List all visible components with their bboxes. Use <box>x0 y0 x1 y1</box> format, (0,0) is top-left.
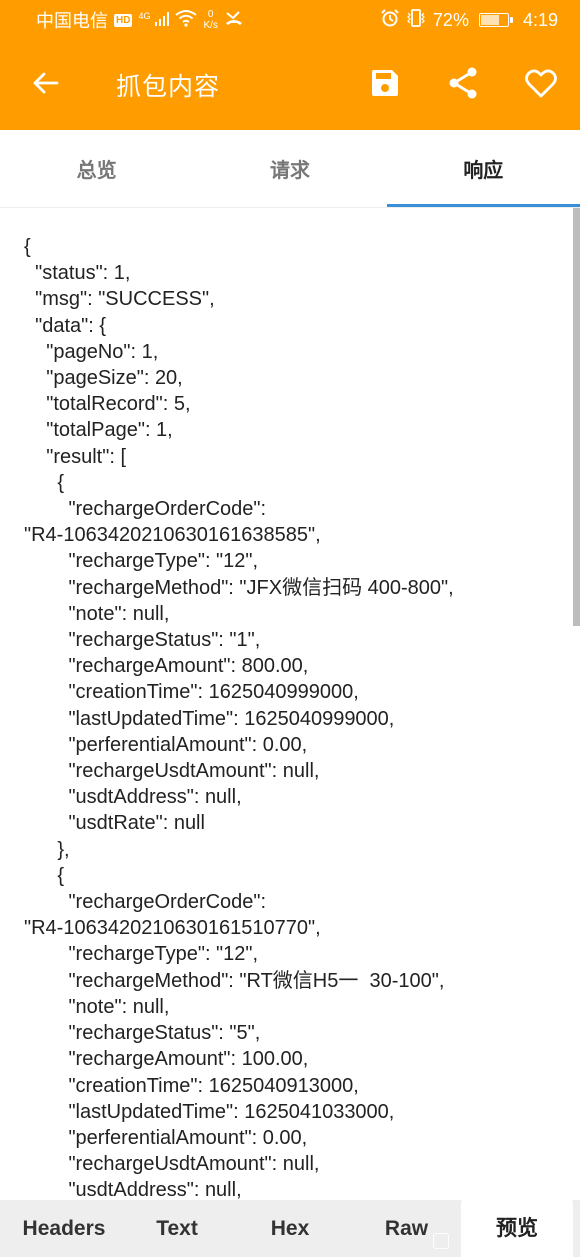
arrow-left-icon <box>31 69 59 102</box>
scrollbar[interactable] <box>573 208 580 626</box>
code-line: "perferentialAmount": 0.00, <box>24 1126 308 1149</box>
bottom-view-tabs: Headers Text Hex Raw 预览 <box>0 1196 580 1257</box>
code-line: "lastUpdatedTime": 1625041033000, <box>24 1100 395 1123</box>
vibrate-icon <box>405 8 427 32</box>
code-line: "perferentialAmount": 0.00, <box>24 733 308 756</box>
code-line: "pageSize": 20, <box>24 367 183 390</box>
code-line: "data": { <box>24 314 107 337</box>
floppy-disk-icon <box>370 68 400 103</box>
response-body-text: { "status": 1, "msg": "SUCCESS", "data":… <box>0 208 580 1200</box>
clipboard-icon <box>433 1233 449 1249</box>
wifi-icon <box>175 9 198 32</box>
save-button[interactable] <box>346 40 424 130</box>
tab-bar: 总览 请求 响应 <box>0 130 580 208</box>
code-line: "result": [ <box>24 445 127 468</box>
code-line: "status": 1, <box>24 262 131 285</box>
code-line: "msg": "SUCCESS", <box>24 288 215 311</box>
missed-call-icon <box>224 10 244 31</box>
code-line: "rechargeType": "12", <box>24 550 259 573</box>
tab-overview[interactable]: 总览 <box>0 130 193 207</box>
bottom-tab-headers[interactable]: Headers <box>0 1200 128 1257</box>
code-line: "usdtRate": null <box>24 812 205 835</box>
status-bar-left: 中国电信 HD 4G 0 K/s <box>36 7 244 33</box>
code-line: "rechargeMethod": "JFX微信扫码 400-800", <box>24 576 454 599</box>
code-line: { <box>24 864 65 887</box>
tab-response[interactable]: 响应 <box>386 130 580 207</box>
page-title: 抓包内容 <box>116 73 221 101</box>
signal-icon: 4G <box>138 10 170 31</box>
code-line: "rechargeMethod": "RT微信H5一 30-100", <box>24 969 445 992</box>
bottom-tab-preview[interactable]: 预览 <box>461 1196 573 1257</box>
code-line: "totalPage": 1, <box>24 419 173 442</box>
code-line: "totalRecord": 5, <box>24 393 191 416</box>
share-icon <box>448 67 478 104</box>
heart-outline-icon <box>525 68 557 103</box>
code-line: "rechargeStatus": "5", <box>24 1022 261 1045</box>
back-button[interactable] <box>0 40 90 130</box>
code-line: "rechargeUsdtAmount": null, <box>24 1153 320 1176</box>
code-line: "usdtAddress": null, <box>24 786 242 809</box>
alarm-icon <box>381 8 399 32</box>
code-line: "rechargeUsdtAmount": null, <box>24 760 320 783</box>
net-speed: 0 K/s <box>203 9 217 31</box>
net-speed-unit: K/s <box>203 20 218 31</box>
code-line: "note": null, <box>24 995 170 1018</box>
network-type: 4G <box>138 10 151 21</box>
bottom-tab-text[interactable]: Text <box>128 1200 226 1257</box>
code-line: "rechargeType": "12", <box>24 943 259 966</box>
code-line: "creationTime": 1625040999000, <box>24 681 359 704</box>
status-bar: 中国电信 HD 4G 0 K/s 72% 4:19 <box>0 0 580 40</box>
net-speed-value: 0 <box>207 9 214 20</box>
hd-voice-icon: HD <box>114 13 133 27</box>
code-line: { <box>24 471 65 494</box>
code-line: "pageNo": 1, <box>24 340 159 363</box>
code-line: "lastUpdatedTime": 1625040999000, <box>24 707 395 730</box>
code-line: "creationTime": 1625040913000, <box>24 1074 359 1097</box>
carrier-name: 中国电信 <box>36 11 108 31</box>
code-line: "rechargeAmount": 100.00, <box>24 1048 309 1071</box>
code-line: "rechargeAmount": 800.00, <box>24 655 309 678</box>
favorite-button[interactable] <box>502 40 580 130</box>
code-line: "R4-1063420210630161510770", <box>24 917 321 940</box>
code-line: "note": null, <box>24 602 170 625</box>
code-line: "rechargeOrderCode": <box>24 498 267 521</box>
response-body-view[interactable]: { "status": 1, "msg": "SUCCESS", "data":… <box>0 208 580 1200</box>
tab-request[interactable]: 请求 <box>193 130 386 207</box>
clock: 4:19 <box>522 9 558 30</box>
battery-icon <box>478 13 513 27</box>
code-line: }, <box>24 838 70 861</box>
share-button[interactable] <box>424 40 502 130</box>
status-bar-right: 72% 4:19 <box>381 8 558 32</box>
code-line: "rechargeStatus": "1", <box>24 629 261 652</box>
code-line: { <box>24 236 31 258</box>
code-line: "rechargeOrderCode": <box>24 891 267 914</box>
battery-percent: 72% <box>432 9 469 30</box>
code-line: "R4-1063420210630161638585", <box>24 524 321 547</box>
app-bar: 抓包内容 <box>0 40 580 130</box>
bottom-tab-hex[interactable]: Hex <box>226 1200 354 1257</box>
